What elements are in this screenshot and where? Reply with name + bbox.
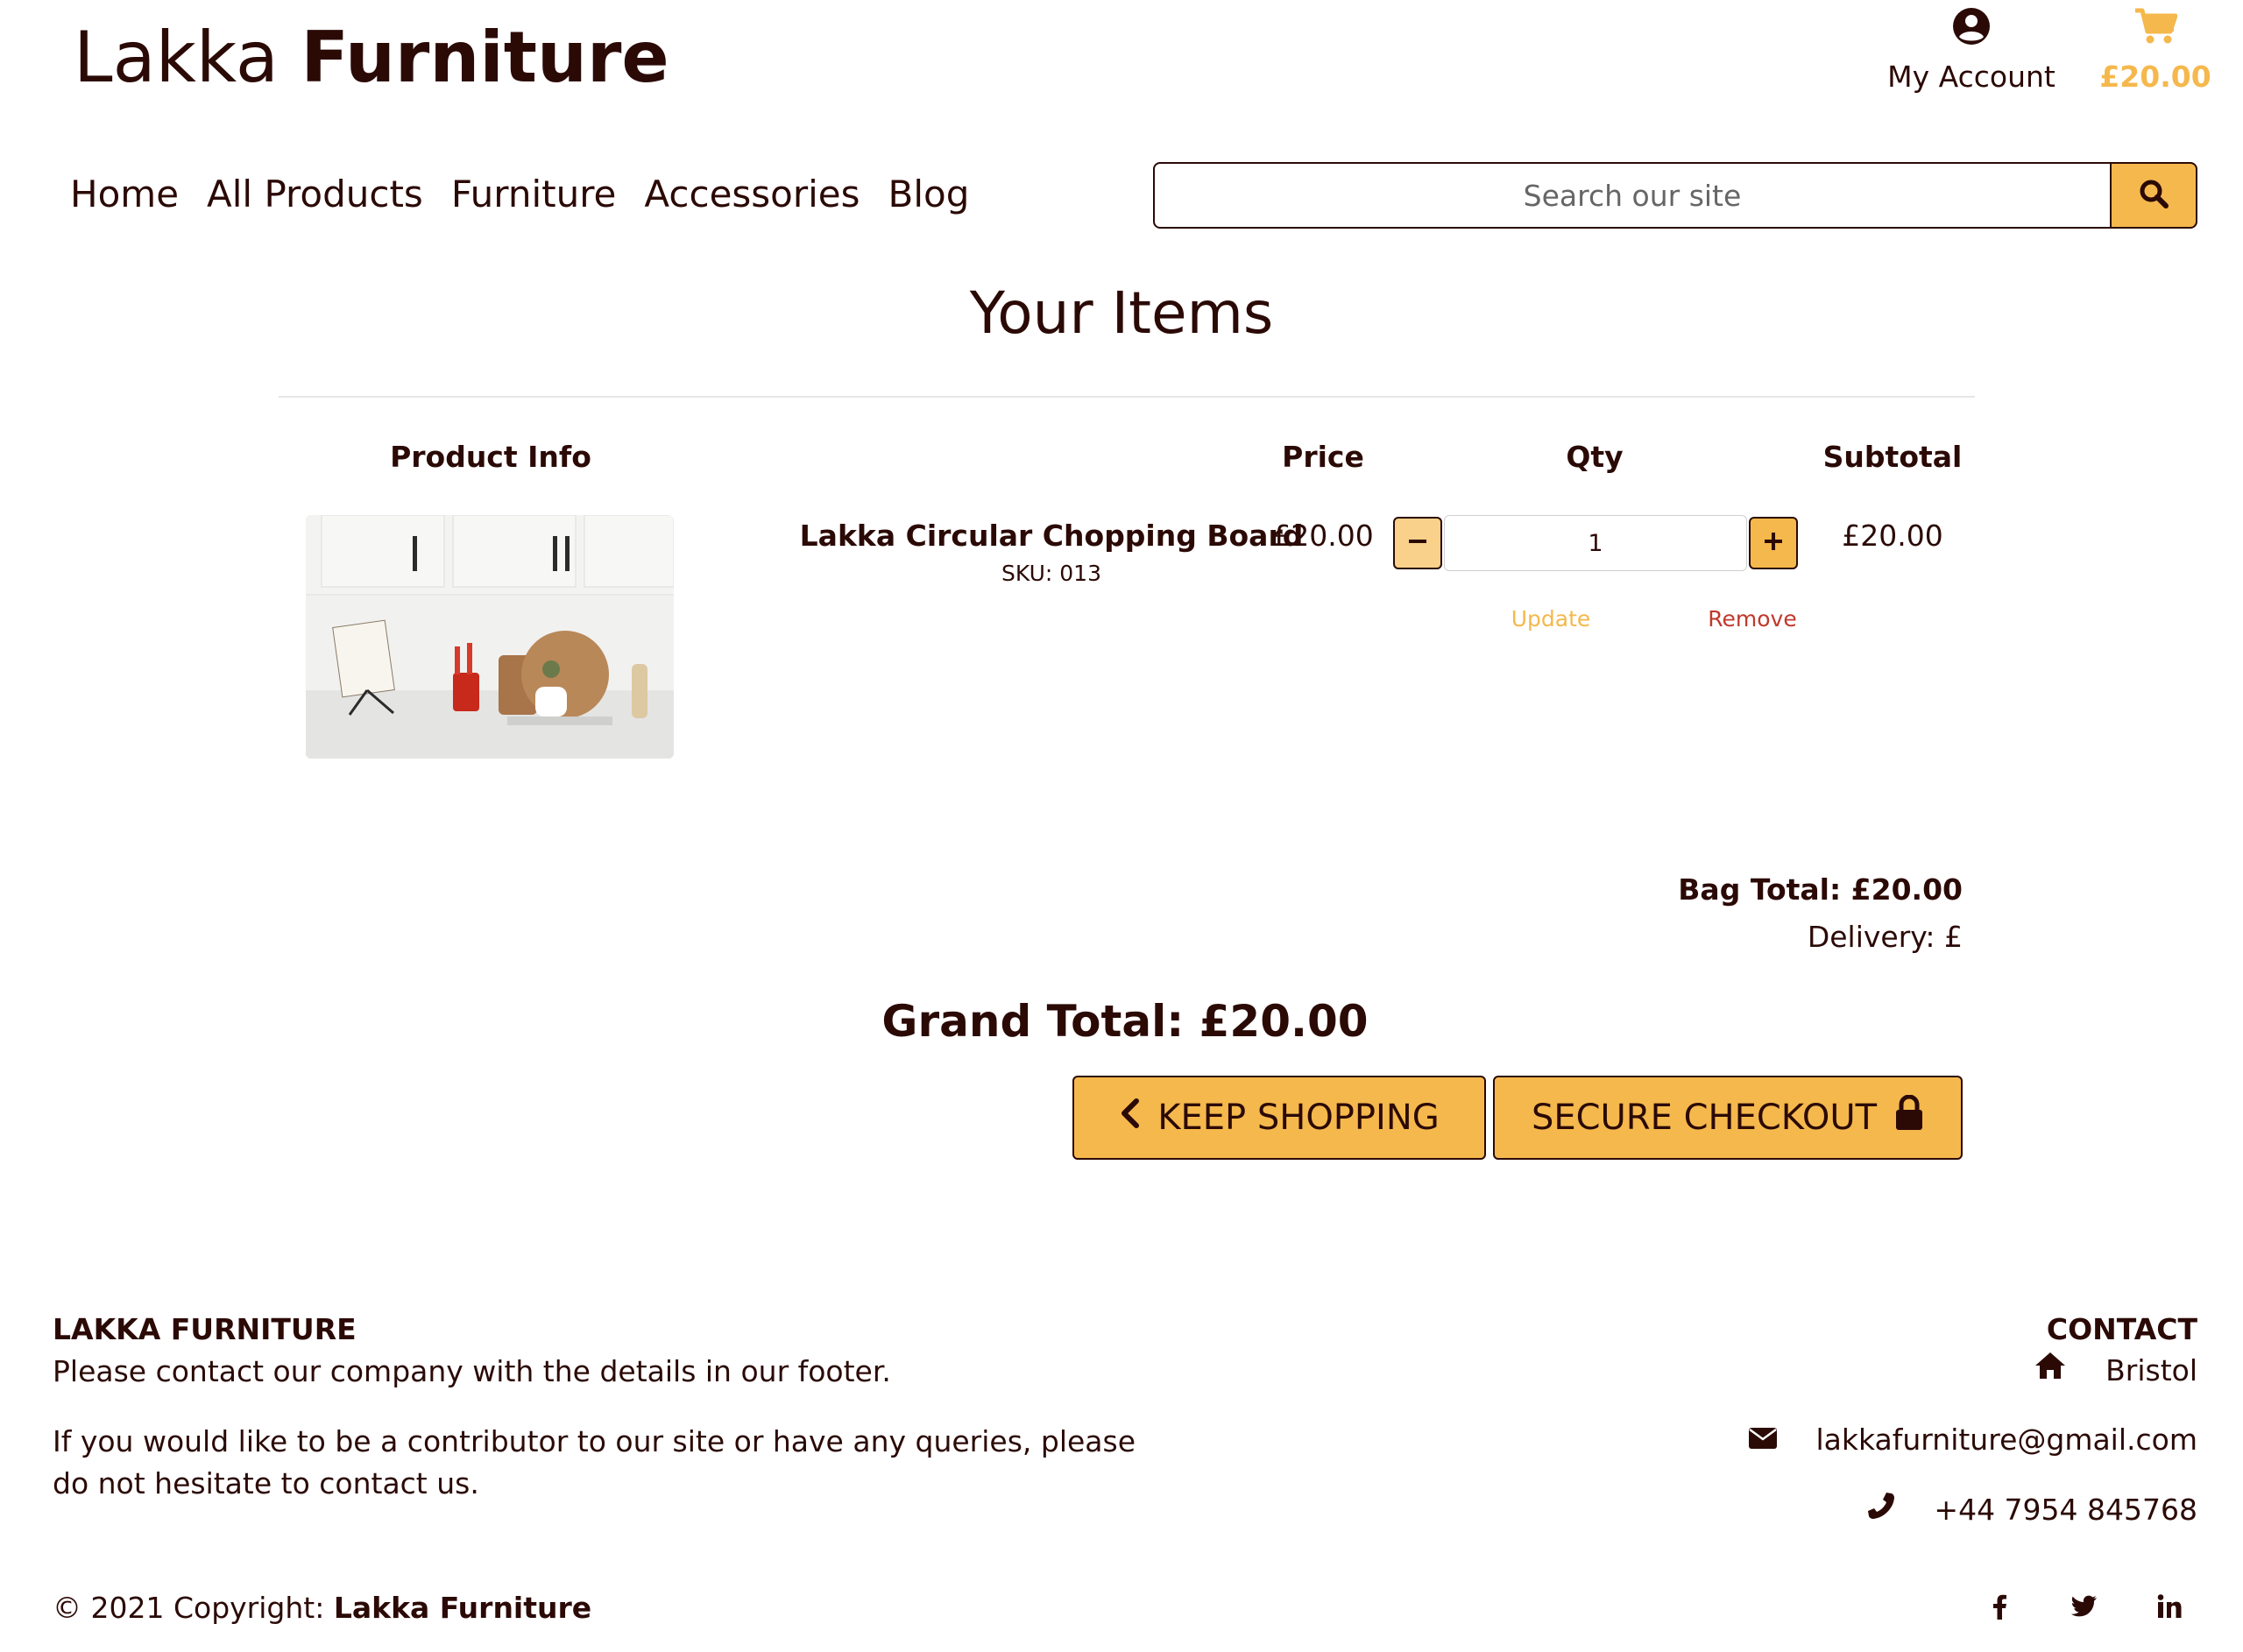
increment-qty-button[interactable] bbox=[1749, 517, 1798, 569]
nav-blog[interactable]: Blog bbox=[888, 172, 970, 217]
product-image bbox=[306, 515, 674, 759]
page-title: Your Items bbox=[969, 279, 1274, 347]
twitter-icon bbox=[2070, 1595, 2098, 1621]
nav-furniture[interactable]: Furniture bbox=[451, 172, 617, 217]
contact-location: Bristol bbox=[1489, 1351, 2197, 1390]
linkedin-link[interactable] bbox=[2143, 1582, 2196, 1634]
lock-icon bbox=[1894, 1094, 1924, 1140]
logo-bold-text: Furniture bbox=[301, 17, 669, 98]
twitter-link[interactable] bbox=[2057, 1582, 2110, 1634]
search-input[interactable] bbox=[1153, 162, 2112, 229]
quantity-input[interactable] bbox=[1444, 515, 1747, 571]
plus-icon bbox=[1763, 531, 1784, 555]
footer-contributor-text-line2: do not hesitate to contact us. bbox=[53, 1466, 479, 1500]
remove-link[interactable]: Remove bbox=[1682, 604, 1822, 634]
cart-icon bbox=[2085, 7, 2225, 53]
contact-email-text: lakkafurniture@gmail.com bbox=[1815, 1423, 2197, 1457]
column-header-product-info: Product Info bbox=[390, 440, 591, 474]
home-icon bbox=[2034, 1351, 2067, 1390]
contact-location-text: Bristol bbox=[2105, 1352, 2197, 1387]
column-header-price: Price bbox=[1282, 440, 1364, 474]
linkedin-icon bbox=[2157, 1594, 2182, 1622]
update-link[interactable]: Update bbox=[1489, 604, 1612, 634]
search-button[interactable] bbox=[2110, 162, 2197, 229]
secure-checkout-button[interactable]: SECURE CHECKOUT bbox=[1493, 1076, 1963, 1160]
logo-light-text: Lakka bbox=[74, 17, 279, 98]
decrement-qty-button[interactable] bbox=[1393, 517, 1442, 569]
copyright-prefix: © 2021 Copyright: bbox=[53, 1591, 325, 1625]
cart-total: £20.00 bbox=[2099, 60, 2211, 94]
product-sku: SKU: 013 bbox=[701, 559, 1402, 589]
footer-company-heading: LAKKA FURNITURE bbox=[53, 1312, 357, 1346]
nav-home[interactable]: Home bbox=[70, 172, 179, 217]
column-header-qty: Qty bbox=[1566, 440, 1624, 474]
footer-company-text: Please contact our company with the deta… bbox=[53, 1354, 891, 1388]
minus-icon bbox=[1407, 531, 1428, 555]
product-price: £20.00 bbox=[1272, 519, 1374, 553]
nav-all-products[interactable]: All Products bbox=[207, 172, 423, 217]
my-account-link[interactable]: My Account bbox=[1822, 7, 2120, 96]
cart-link[interactable]: £20.00 bbox=[2085, 7, 2225, 96]
keep-shopping-label: KEEP SHOPPING bbox=[1157, 1098, 1440, 1138]
my-account-label: My Account bbox=[1887, 60, 2055, 94]
checkout-label: SECURE CHECKOUT bbox=[1531, 1098, 1878, 1138]
chevron-left-icon bbox=[1119, 1098, 1140, 1138]
contact-email[interactable]: lakkafurniture@gmail.com bbox=[1489, 1421, 2197, 1459]
keep-shopping-button[interactable]: KEEP SHOPPING bbox=[1072, 1076, 1486, 1160]
search-icon bbox=[2139, 179, 2169, 212]
contact-phone[interactable]: +44 7954 845768 bbox=[1489, 1491, 2197, 1529]
main-nav: Home All Products Furniture Accessories … bbox=[70, 172, 969, 217]
sku-label: SKU: 013 bbox=[1001, 561, 1101, 586]
delivery-cost: Delivery: £ bbox=[1807, 920, 1963, 954]
nav-accessories[interactable]: Accessories bbox=[644, 172, 860, 217]
facebook-link[interactable] bbox=[1973, 1582, 2026, 1634]
bag-total: Bag Total: £20.00 bbox=[1678, 872, 1963, 907]
contact-phone-text: +44 7954 845768 bbox=[1934, 1493, 2197, 1527]
facebook-icon bbox=[1992, 1593, 2007, 1623]
column-header-subtotal: Subtotal bbox=[1822, 440, 1963, 474]
grand-total: Grand Total: £20.00 bbox=[881, 996, 1369, 1047]
phone-icon bbox=[1867, 1491, 1895, 1529]
product-subtotal: £20.00 bbox=[1842, 519, 1943, 553]
footer-contributor-text-line1: If you would like to be a contributor to… bbox=[53, 1424, 1136, 1458]
copyright-brand[interactable]: Lakka Furniture bbox=[334, 1591, 591, 1625]
user-circle-icon bbox=[1822, 7, 2120, 53]
copyright: © 2021 Copyright: Lakka Furniture bbox=[53, 1587, 591, 1629]
envelope-icon bbox=[1748, 1421, 1778, 1459]
title-divider bbox=[279, 396, 1975, 398]
site-logo[interactable]: Lakka Furniture bbox=[74, 16, 669, 100]
footer-contact-heading: CONTACT bbox=[2046, 1312, 2197, 1346]
